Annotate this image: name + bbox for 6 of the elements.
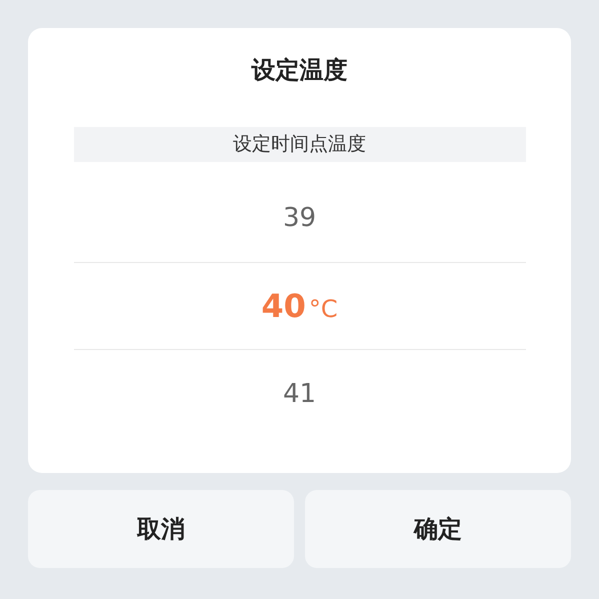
dialog-title: 设定温度 [252,55,348,86]
dialog-button[interactable]: 取消 [28,490,294,568]
picker-option[interactable]: 39 [74,174,526,262]
picker-option[interactable]: 41 [74,350,526,438]
dialog-button[interactable]: 确定 [305,490,571,568]
subtitle-bar: 设定时间点温度 [74,127,526,162]
